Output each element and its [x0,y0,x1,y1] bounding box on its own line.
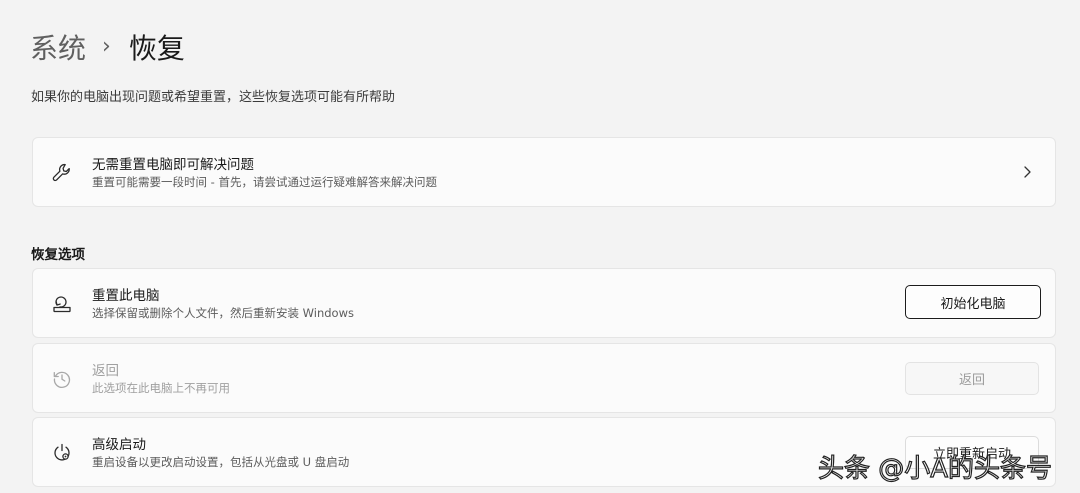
reset-pc-description: 选择保留或删除个人文件，然后重新安装 Windows [92,306,354,320]
troubleshoot-description: 重置可能需要一段时间 - 首先，请尝试通过运行疑难解答来解决问题 [92,175,437,189]
reset-pc-card: 重置此电脑 选择保留或删除个人文件，然后重新安装 Windows 初始化电脑 [32,268,1056,338]
go-back-description: 此选项在此电脑上不再可用 [92,381,230,395]
reset-pc-title: 重置此电脑 [92,288,160,304]
recovery-options-heading: 恢复选项 [31,247,85,263]
go-back-title: 返回 [92,363,119,379]
advanced-startup-description: 重启设备以更改启动设置，包括从光盘或 U 盘启动 [92,455,350,469]
troubleshoot-title: 无需重置电脑即可解决问题 [92,157,254,173]
reset-pc-icon [51,293,73,315]
watermark-text: 头条 @小A的头条号 [817,453,1053,484]
wrench-icon [51,162,73,184]
go-back-button: 返回 [905,362,1039,395]
breadcrumb-parent-system[interactable]: 系统 [30,27,86,67]
go-back-card: 返回 此选项在此电脑上不再可用 返回 [32,343,1056,413]
breadcrumb: 系统 › 恢复 [30,26,185,68]
history-icon [51,368,73,390]
troubleshoot-card[interactable]: 无需重置电脑即可解决问题 重置可能需要一段时间 - 首先，请尝试通过运行疑难解答… [32,137,1056,207]
breadcrumb-separator: › [102,33,111,59]
reset-pc-button[interactable]: 初始化电脑 [905,285,1041,319]
page-title: 恢复 [128,32,185,65]
advanced-startup-icon [51,442,73,464]
chevron-right-icon [1019,164,1035,180]
page-subtitle: 如果你的电脑出现问题或希望重置，这些恢复选项可能有所帮助 [31,90,396,105]
advanced-startup-title: 高级启动 [92,437,146,453]
